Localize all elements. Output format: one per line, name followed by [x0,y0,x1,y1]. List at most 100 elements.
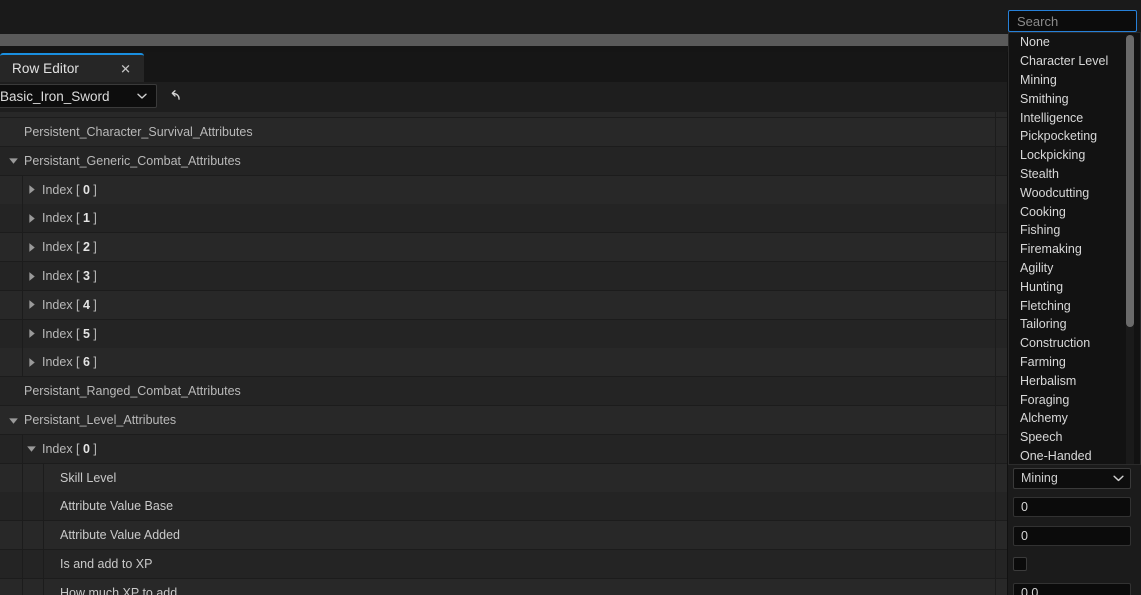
dropdown-item[interactable]: Foraging [1009,390,1140,409]
caret-down-icon[interactable] [7,154,20,167]
tree-row-label: Index [ 2 ] [42,240,97,255]
row-name-combobox-value: Basic_Iron_Sword [0,88,110,104]
dropdown-item[interactable]: Fletching [1009,296,1140,315]
dropdown-item[interactable]: Mining [1009,71,1140,90]
dropdown-item[interactable]: Firemaking [1009,240,1140,259]
dropdown-item[interactable]: Smithing [1009,89,1140,108]
search-input[interactable] [1009,11,1136,31]
tree-row-label: Persistant_Ranged_Combat_Attributes [24,384,241,399]
indent-guide [22,463,23,492]
indent-guide [43,550,44,578]
tree-row[interactable]: Persistent_Character_Survival_Attributes [0,118,1008,147]
window-splitter-bar[interactable] [0,34,1141,46]
tree-row[interactable]: How much XP to add [0,578,1008,595]
caret-right-icon[interactable] [25,356,38,369]
caret-right-icon[interactable] [25,270,38,283]
indent-guide [22,434,23,463]
dropdown-item[interactable]: Fishing [1009,221,1140,240]
dropdown-item[interactable]: Agility [1009,259,1140,278]
is-and-add-to-xp-checkbox[interactable] [1013,557,1027,572]
dropdown-item[interactable]: Tailoring [1009,315,1140,334]
caret-right-icon[interactable] [25,212,38,225]
tree-row-label: Index [ 5 ] [42,326,97,341]
tree-row[interactable]: Index [ 4 ] [0,290,1008,320]
tree-row[interactable]: Index [ 5 ] [0,319,1008,349]
dropdown-item[interactable]: Speech [1009,428,1140,447]
indent-guide [22,492,23,521]
skill-level-combobox[interactable]: Mining [1013,467,1131,489]
indent-guide [22,550,23,578]
tree-row[interactable]: Attribute Value Base [0,492,1008,522]
tree-row[interactable]: Attribute Value Added [0,521,1008,551]
dropdown-item[interactable]: Woodcutting [1009,183,1140,202]
tab-row-editor[interactable]: Row Editor ✕ [0,53,144,82]
close-icon[interactable]: ✕ [120,62,131,75]
property-tree[interactable]: Persistent_Character_Survival_Attributes… [0,112,1008,595]
tree-row[interactable]: Index [ 1 ] [0,204,1008,234]
caret-right-icon[interactable] [25,327,38,340]
dropdown-item[interactable]: Stealth [1009,165,1140,184]
indent-guide [43,521,44,550]
caret-down-icon[interactable] [7,414,20,427]
indent-guide [22,204,23,233]
caret-down-icon[interactable] [25,442,38,455]
tree-row[interactable]: Persistant_Ranged_Combat_Attributes [0,377,1008,407]
tree-row-index-number: 6 [83,355,90,370]
attribute-value-added-input[interactable]: 0 [1013,525,1131,546]
tree-row[interactable]: Index [ 6 ] [0,348,1008,378]
caret-right-icon[interactable] [25,183,38,196]
dropdown-item[interactable]: Construction [1009,334,1140,353]
dropdown-item[interactable]: Character Level [1009,52,1140,71]
how-much-xp-to-add-input[interactable]: 0,0 [1013,583,1131,595]
dropdown-item[interactable]: None [1009,33,1140,52]
chevron-down-icon [1113,475,1124,482]
indent-guide [22,578,23,595]
dropdown-item[interactable]: Farming [1009,353,1140,372]
revert-arrow-icon[interactable] [165,86,185,106]
chevron-down-icon [137,93,147,99]
caret-right-icon[interactable] [25,298,38,311]
skill-dropdown-popup[interactable]: None Character Level Mining Smithing Intelli… [1008,32,1141,465]
tree-row[interactable]: Index [ 3 ] [0,262,1008,291]
tree-row[interactable]: Persistant_Generic_Combat_Attributes [0,146,1008,176]
tree-row-label: Persistant_Generic_Combat_Attributes [24,153,241,168]
dropdown-scrollbar-thumb[interactable] [1126,35,1134,327]
tree-row-label: Index [ 1 ] [42,211,97,226]
dropdown-item[interactable]: Pickpocketing [1009,127,1140,146]
row-name-combobox[interactable]: Basic_Iron_Sword [0,84,157,108]
dropdown-item[interactable]: Hunting [1009,277,1140,296]
indent-guide [22,521,23,550]
tree-row-label: Index [ 4 ] [42,297,97,312]
dropdown-item[interactable]: Herbalism [1009,371,1140,390]
tree-row[interactable]: Persistant_Level_Attributes [0,406,1008,435]
dropdown-item[interactable]: Cooking [1009,202,1140,221]
tree-row[interactable]: Index [ 0 ] [0,434,1008,464]
dropdown-item[interactable]: Alchemy [1009,409,1140,428]
tree-row[interactable]: Index [ 2 ] [0,233,1008,263]
dropdown-item[interactable]: Lockpicking [1009,146,1140,165]
indent-guide [22,233,23,262]
tree-row-index-number: 3 [83,269,90,283]
tree-row-label: Attribute Value Added [60,528,180,543]
indent-guide [43,492,44,521]
dropdown-item[interactable]: Intelligence [1009,108,1140,127]
dropdown-item[interactable]: One-Handed [1009,447,1140,464]
attribute-value-base-value: 0 [1021,499,1028,514]
tree-row[interactable]: Index [ 0 ] [0,175,1008,205]
attribute-value-base-input[interactable]: 0 [1013,496,1131,517]
tree-row-label: Skill Level [60,470,117,485]
tree-row-label: Persistent_Character_Survival_Attributes [24,125,253,139]
caret-right-icon[interactable] [25,241,38,254]
indent-guide [22,262,23,290]
app-root: Row Editor ✕ Basic_Iron_Sword Persistent… [0,0,1141,595]
indent-guide [43,578,44,595]
how-much-xp-to-add-value: 0,0 [1021,586,1039,595]
tree-row[interactable]: Skill Level [0,463,1008,493]
tree-row-label: Index [ 0 ] [42,441,97,456]
indent-guide [22,290,23,319]
tree-row[interactable]: Is and add to XP [0,550,1008,579]
tree-row-index-number: 0 [83,441,90,456]
skill-dropdown-list: None Character Level Mining Smithing Intelli… [1009,33,1140,464]
search-box[interactable] [1008,10,1137,32]
value-column-divider[interactable] [995,112,996,595]
